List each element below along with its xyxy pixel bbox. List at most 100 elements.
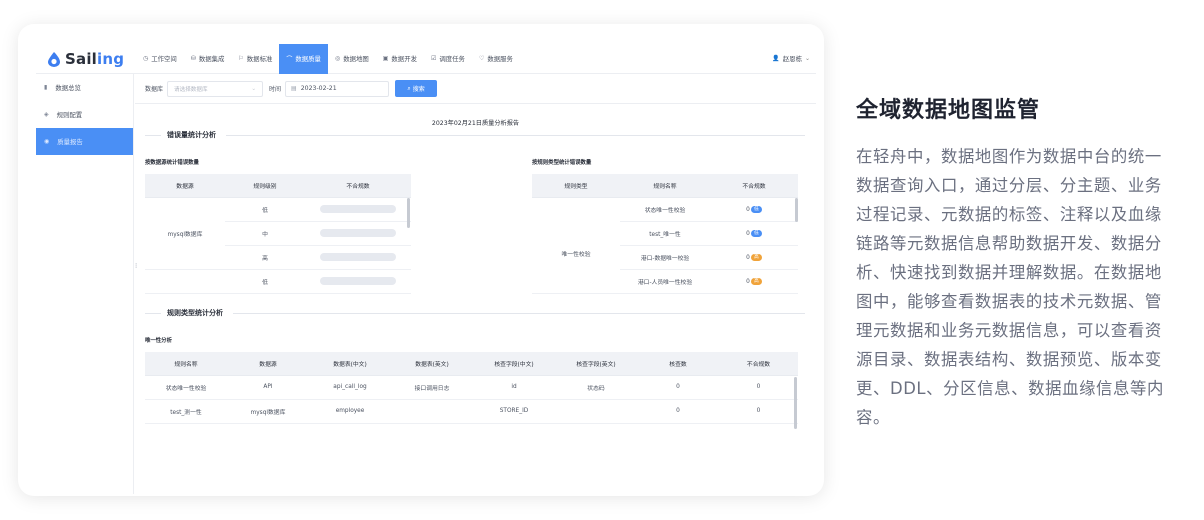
placeholder-bar bbox=[320, 205, 396, 213]
chevron-down-icon: ⌄ bbox=[251, 85, 257, 92]
nav-icon: ◷ bbox=[143, 55, 149, 62]
nav-item-6[interactable]: ☑ 调度任务 bbox=[424, 44, 472, 74]
data-source-cell: mysql数据库 bbox=[145, 197, 225, 270]
chevron-down-icon: ⌄ bbox=[804, 55, 810, 62]
nav-icon: ⚐ bbox=[238, 55, 244, 62]
nav-item-2[interactable]: ⚐ 数据标准 bbox=[231, 44, 279, 74]
table-row: 状态唯一性校验 API api_call_log 接口调用日志 id 状态码 0 0 bbox=[145, 375, 798, 400]
nav-label: 数据服务 bbox=[487, 55, 513, 63]
sidebar-item-label: 规则配置 bbox=[56, 111, 83, 119]
user-menu[interactable]: 👤 赵恩栋 ⌄ bbox=[772, 54, 816, 63]
count-value: 0 bbox=[746, 278, 750, 285]
table-cell: API bbox=[227, 375, 309, 400]
nav-item-7[interactable]: ♡ 数据服务 bbox=[472, 44, 520, 74]
screenshot-card: Sailing ◷ 工作空间 ⛁ 数据集成 ⚐ 数据标准 ⌒ 数据质量 ◎ 数据地图 ▣ 数据开发 ☑ 调… bbox=[18, 24, 824, 496]
nav-item-3[interactable]: ⌒ 数据质量 bbox=[279, 43, 328, 74]
rule-type-cell: 唯一性校验 bbox=[532, 197, 620, 294]
main-content: 数据库 请选择数据库 ⌄ 时间 ▤ 2023-02-21 ⌕ 搜索 2023年0… bbox=[135, 74, 816, 490]
scrollbar[interactable] bbox=[407, 198, 410, 228]
sidebar-item-1[interactable]: ◈ 规则配置 bbox=[36, 101, 133, 128]
column-header: 数据表(英文) bbox=[391, 352, 473, 376]
noncompliant-cell bbox=[305, 245, 411, 270]
nav-item-4[interactable]: ◎ 数据地图 bbox=[328, 44, 376, 74]
feature-heading: 全域数据地图监管 bbox=[856, 98, 1041, 123]
placeholder-bar bbox=[320, 277, 396, 285]
nav-icon: ⌒ bbox=[286, 56, 293, 63]
level-badge: 低 bbox=[750, 205, 762, 213]
table-cell: 状态码 bbox=[555, 375, 637, 400]
table-cell bbox=[391, 399, 473, 424]
section-rule-analysis: 规则类型统计分析 bbox=[145, 308, 805, 318]
count-value: 0 bbox=[746, 230, 750, 237]
column-header: 规则名称 bbox=[145, 352, 227, 376]
nav-label: 调度任务 bbox=[439, 55, 465, 63]
column-header: 不合规数 bbox=[305, 174, 411, 198]
rule-level-cell: 低 bbox=[225, 269, 305, 294]
level-badge: 低 bbox=[750, 229, 762, 237]
search-button[interactable]: ⌕ 搜索 bbox=[395, 80, 438, 97]
rule-level-cell: 低 bbox=[225, 197, 305, 222]
nav-item-1[interactable]: ⛁ 数据集成 bbox=[184, 44, 232, 74]
report-title: 2023年02月21日质量分析报告 bbox=[431, 120, 520, 127]
nav-item-0[interactable]: ◷ 工作空间 bbox=[136, 44, 184, 74]
scrollbar[interactable] bbox=[794, 377, 797, 429]
noncompliant-cell: 0高 bbox=[710, 269, 798, 294]
table-row: 低 bbox=[145, 269, 411, 294]
table-cell: api_call_log bbox=[309, 375, 391, 400]
nav-icon: ♡ bbox=[478, 55, 485, 62]
nav-label: 数据开发 bbox=[391, 55, 417, 63]
source-error-table: 数据源 规则级别 不合规数 mysql数据库低中高低 bbox=[145, 174, 411, 294]
sidebar-item-label: 数据总览 bbox=[55, 84, 81, 92]
column-header: 核查数 bbox=[637, 352, 719, 376]
time-label: 时间 bbox=[269, 86, 282, 93]
left-table-subtitle: 按数据源统计错误数量 bbox=[145, 160, 199, 166]
sidebar-item-label: 质量报告 bbox=[57, 138, 83, 146]
logo[interactable]: Sailing bbox=[36, 50, 136, 68]
resize-grip-icon[interactable]: ⁞ bbox=[135, 262, 137, 270]
database-placeholder: 请选择数据库 bbox=[174, 86, 208, 93]
count-value: 0 bbox=[746, 254, 750, 261]
rule-name-cell: test_唯一性 bbox=[620, 221, 710, 246]
column-header: 数据源 bbox=[227, 352, 309, 376]
date-picker[interactable]: ▤ 2023-02-21 bbox=[285, 80, 390, 97]
nav-icon: ☑ bbox=[430, 55, 437, 62]
sidebar-item-2[interactable]: ◉ 质量报告 bbox=[36, 128, 133, 155]
nav-label: 工作空间 bbox=[151, 55, 177, 63]
sidebar-item-0[interactable]: ▮ 数据总览 bbox=[36, 74, 133, 101]
noncompliant-cell: 0高 bbox=[710, 245, 798, 270]
user-icon: 👤 bbox=[772, 55, 780, 62]
level-badge: 高 bbox=[750, 253, 762, 261]
column-header: 核查字段(中文) bbox=[473, 352, 555, 376]
logo-text: Sailing bbox=[65, 49, 125, 68]
rule-name-cell: 港口-人员唯一性校验 bbox=[620, 269, 710, 294]
rule-detail-table: 规则名称 数据源 数据表(中文) 数据表(英文) 核查字段(中文) 核查字段(英文) 核查数… bbox=[145, 352, 798, 424]
table-row: mysql数据库低 bbox=[145, 197, 411, 270]
sidebar-icon: ◈ bbox=[44, 111, 49, 118]
placeholder-bar bbox=[320, 253, 396, 261]
nav-label: 数据质量 bbox=[295, 55, 321, 63]
scrollbar[interactable] bbox=[795, 198, 798, 222]
noncompliant-cell bbox=[305, 221, 411, 246]
database-select[interactable]: 请选择数据库 ⌄ bbox=[167, 80, 264, 97]
sidebar-icon: ▮ bbox=[44, 84, 48, 91]
noncompliant-cell bbox=[305, 197, 411, 222]
divider bbox=[226, 134, 805, 136]
table-cell bbox=[555, 399, 637, 424]
column-header: 核查字段(英文) bbox=[555, 352, 637, 376]
sidebar-icon: ◉ bbox=[44, 138, 50, 145]
table-cell: 0 bbox=[637, 375, 719, 400]
column-header: 不合规数 bbox=[710, 174, 798, 198]
right-table-subtitle: 按规则类型统计错误数量 bbox=[532, 160, 592, 166]
nav-label: 数据地图 bbox=[343, 55, 369, 63]
search-icon: ⌕ bbox=[407, 84, 411, 92]
column-header: 规则级别 bbox=[225, 174, 305, 198]
nav-icon: ◎ bbox=[334, 55, 341, 62]
top-navbar: Sailing ◷ 工作空间 ⛁ 数据集成 ⚐ 数据标准 ⌒ 数据质量 ◎ 数据地图 ▣ 数据开发 ☑ 调… bbox=[36, 43, 816, 74]
table-row: 唯一性校验 状态唯一性校验 0 低 bbox=[532, 197, 798, 294]
nav-item-5[interactable]: ▣ 数据开发 bbox=[376, 44, 424, 74]
column-header: 数据源 bbox=[145, 174, 225, 198]
feature-description: 全域数据地图监管 在轻舟中，数据地图作为数据中台的统一数据查询入口，通过分层、分… bbox=[856, 92, 1176, 432]
search-button-label: 搜索 bbox=[412, 86, 425, 93]
ruletype-error-table: 规则类型 规则名称 不合规数 唯一性校验 状态唯一性校验 0 低 test_唯一性 0 低港口-数… bbox=[532, 174, 798, 294]
divider bbox=[233, 312, 805, 314]
